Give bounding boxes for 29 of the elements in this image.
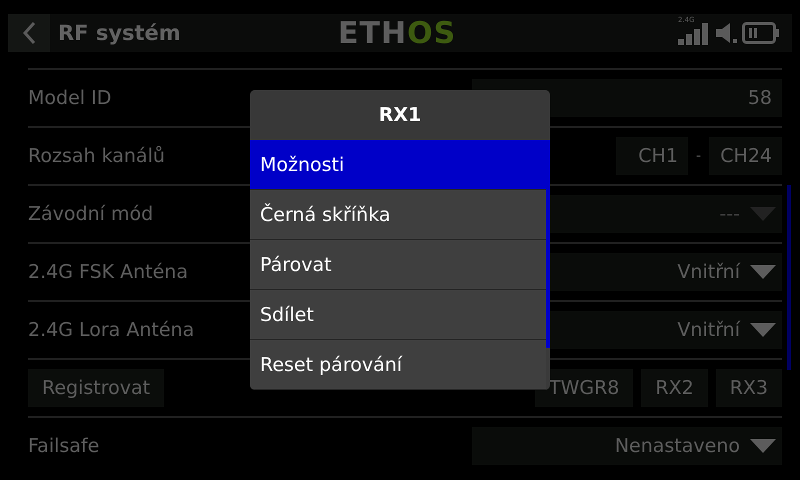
range-separator: - — [696, 148, 701, 164]
logo-text: ETH — [338, 16, 408, 50]
dropdown-arrow-icon — [750, 265, 776, 279]
row-label: Rozsah kanálů — [28, 145, 165, 167]
register-button[interactable]: Registrovat — [28, 369, 164, 407]
row-label: Závodní mód — [28, 203, 154, 225]
dropdown-arrow-icon — [750, 439, 776, 453]
row-label: Failsafe — [28, 435, 100, 457]
row-label: 2.4G Lora Anténa — [28, 319, 194, 341]
menu-item[interactable]: Reset párování — [250, 340, 546, 390]
battery-icon — [742, 22, 780, 44]
row-label: Model ID — [28, 87, 112, 109]
back-icon — [22, 21, 36, 45]
channel-field[interactable]: CH1 — [616, 137, 688, 175]
channel-field[interactable]: CH24 — [709, 137, 782, 175]
dropdown-arrow-icon — [750, 323, 776, 337]
dropdown-arrow-icon — [750, 207, 776, 221]
menu-item[interactable]: Černá skříňka — [250, 190, 546, 240]
receiver-button[interactable]: TWGR8 — [534, 369, 634, 407]
back-button[interactable] — [8, 14, 50, 52]
speaker-icon — [716, 21, 738, 45]
receiver-button[interactable]: RX2 — [641, 369, 708, 407]
receiver-button[interactable]: RX3 — [716, 369, 782, 407]
logo-text: OS — [407, 16, 456, 50]
menu-item[interactable]: Sdílet — [250, 290, 546, 340]
dropdown[interactable]: Nenastaveno — [472, 427, 782, 465]
page-title: RF systém — [58, 21, 181, 45]
row-label: 2.4G FSK Anténa — [28, 261, 188, 283]
menu-item[interactable]: Párovat — [250, 240, 546, 290]
